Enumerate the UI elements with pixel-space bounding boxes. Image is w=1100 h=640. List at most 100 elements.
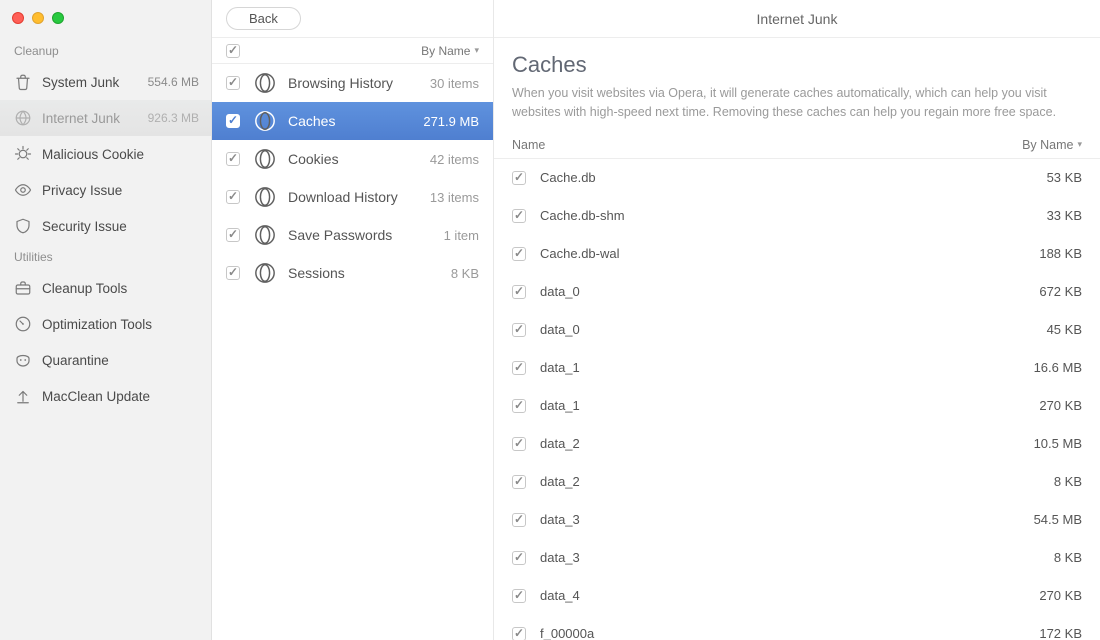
chevron-down-icon: ▾ <box>474 45 479 56</box>
minimize-window-button[interactable] <box>32 12 44 24</box>
category-label: Cookies <box>288 151 430 167</box>
zoom-window-button[interactable] <box>52 12 64 24</box>
sidebar-item-label: MacClean Update <box>42 389 199 404</box>
category-list: Browsing History30 itemsCaches271.9 MBCo… <box>212 64 493 640</box>
sidebar-item-optimization-tools[interactable]: Optimization Tools <box>0 306 211 342</box>
sidebar-item-cleanup-tools[interactable]: Cleanup Tools <box>0 270 211 306</box>
file-row[interactable]: Cache.db-wal188 KB <box>494 235 1100 273</box>
file-size: 270 KB <box>1039 398 1082 413</box>
category-checkbox[interactable] <box>226 190 240 204</box>
file-checkbox[interactable] <box>512 399 526 413</box>
category-meta: 42 items <box>430 152 479 167</box>
opera-icon <box>254 224 276 246</box>
chevron-down-icon: ▾ <box>1077 139 1082 150</box>
sidebar-item-meta: 926.3 MB <box>148 111 199 125</box>
category-checkbox[interactable] <box>226 228 240 242</box>
file-row[interactable]: Cache.db-shm 33 KB <box>494 197 1100 235</box>
gauge-icon <box>14 315 32 333</box>
file-checkbox[interactable] <box>512 475 526 489</box>
category-checkbox[interactable] <box>226 266 240 280</box>
sidebar-item-label: System Junk <box>42 75 148 90</box>
file-row[interactable]: data_38 KB <box>494 539 1100 577</box>
file-checkbox[interactable] <box>512 361 526 375</box>
file-checkbox[interactable] <box>512 589 526 603</box>
file-checkbox[interactable] <box>512 285 526 299</box>
sidebar-item-label: Malicious Cookie <box>42 147 199 162</box>
category-checkbox[interactable] <box>226 152 240 166</box>
opera-icon <box>254 262 276 284</box>
file-name: Cache.db-wal <box>540 246 620 261</box>
sidebar-item-malicious-cookie[interactable]: Malicious Cookie <box>0 136 211 172</box>
category-row[interactable]: Sessions8 KB <box>212 254 493 292</box>
file-checkbox[interactable] <box>512 513 526 527</box>
category-meta: 30 items <box>430 76 479 91</box>
close-window-button[interactable] <box>12 12 24 24</box>
file-size: 53 KB <box>1047 170 1082 185</box>
file-row[interactable]: data_354.5 MB <box>494 501 1100 539</box>
file-name: data_0 <box>540 322 580 337</box>
file-row[interactable]: data_2 10.5 MB <box>494 425 1100 463</box>
file-size: 8 KB <box>1054 550 1082 565</box>
window-title: Internet Junk <box>494 0 1100 38</box>
category-row[interactable]: Download History13 items <box>212 178 493 216</box>
file-name: Cache.db-shm <box>540 208 625 223</box>
sidebar-item-internet-junk[interactable]: Internet Junk926.3 MB <box>0 100 211 136</box>
file-row[interactable]: Cache.db53 KB <box>494 159 1100 197</box>
sidebar-item-label: Internet Junk <box>42 111 148 126</box>
sidebar-item-label: Security Issue <box>42 219 199 234</box>
category-row[interactable]: Caches271.9 MB <box>212 102 493 140</box>
sidebar-item-system-junk[interactable]: System Junk554.6 MB <box>0 64 211 100</box>
category-sort-bar: By Name ▾ <box>212 38 493 64</box>
file-checkbox[interactable] <box>512 437 526 451</box>
sidebar-group-title: Utilities <box>0 244 211 270</box>
category-label: Save Passwords <box>288 227 444 243</box>
sidebar-item-privacy-issue[interactable]: Privacy Issue <box>0 172 211 208</box>
file-checkbox[interactable] <box>512 209 526 223</box>
file-row[interactable]: data_116.6 MB <box>494 349 1100 387</box>
window-controls <box>0 4 211 38</box>
category-checkbox[interactable] <box>226 114 240 128</box>
category-label: Caches <box>288 113 423 129</box>
file-row[interactable]: data_045 KB <box>494 311 1100 349</box>
file-sort-label: By Name <box>1022 138 1073 152</box>
file-row[interactable]: data_1 270 KB <box>494 387 1100 425</box>
category-sort-dropdown[interactable]: By Name ▾ <box>421 44 479 58</box>
category-row[interactable]: Browsing History30 items <box>212 64 493 102</box>
category-meta: 13 items <box>430 190 479 205</box>
sidebar-group-title: Cleanup <box>0 38 211 64</box>
file-sort-dropdown[interactable]: By Name ▾ <box>1022 138 1082 152</box>
category-row[interactable]: Cookies42 items <box>212 140 493 178</box>
category-label: Sessions <box>288 265 451 281</box>
sidebar-item-label: Quarantine <box>42 353 199 368</box>
file-size: 33 KB <box>1047 208 1082 223</box>
file-name: data_2 <box>540 436 580 451</box>
detail-header: Caches When you visit websites via Opera… <box>494 38 1100 134</box>
file-size: 10.5 MB <box>1034 436 1082 451</box>
sidebar-item-security-issue[interactable]: Security Issue <box>0 208 211 244</box>
file-checkbox[interactable] <box>512 171 526 185</box>
category-row[interactable]: Save Passwords1 item <box>212 216 493 254</box>
back-button[interactable]: Back <box>226 7 301 30</box>
select-all-categories-checkbox[interactable] <box>226 44 240 58</box>
file-size: 270 KB <box>1039 588 1082 603</box>
sidebar-item-label: Privacy Issue <box>42 183 199 198</box>
file-row[interactable]: data_0672 KB <box>494 273 1100 311</box>
file-checkbox[interactable] <box>512 323 526 337</box>
file-checkbox[interactable] <box>512 551 526 565</box>
file-row[interactable]: data_28 KB <box>494 463 1100 501</box>
file-list-header: Name By Name ▾ <box>494 134 1100 159</box>
detail-description: When you visit websites via Opera, it wi… <box>512 84 1082 122</box>
eye-icon <box>14 181 32 199</box>
file-row[interactable]: data_4270 KB <box>494 577 1100 615</box>
file-checkbox[interactable] <box>512 247 526 261</box>
file-checkbox[interactable] <box>512 627 526 640</box>
sidebar-item-label: Optimization Tools <box>42 317 199 332</box>
file-row[interactable]: f_00000a172 KB <box>494 615 1100 640</box>
sidebar-item-macclean-update[interactable]: MacClean Update <box>0 378 211 414</box>
opera-icon <box>254 110 276 132</box>
opera-icon <box>254 148 276 170</box>
detail-pane: Internet Junk Caches When you visit webs… <box>494 0 1100 640</box>
file-name: data_1 <box>540 398 580 413</box>
category-checkbox[interactable] <box>226 76 240 90</box>
sidebar-item-quarantine[interactable]: Quarantine <box>0 342 211 378</box>
